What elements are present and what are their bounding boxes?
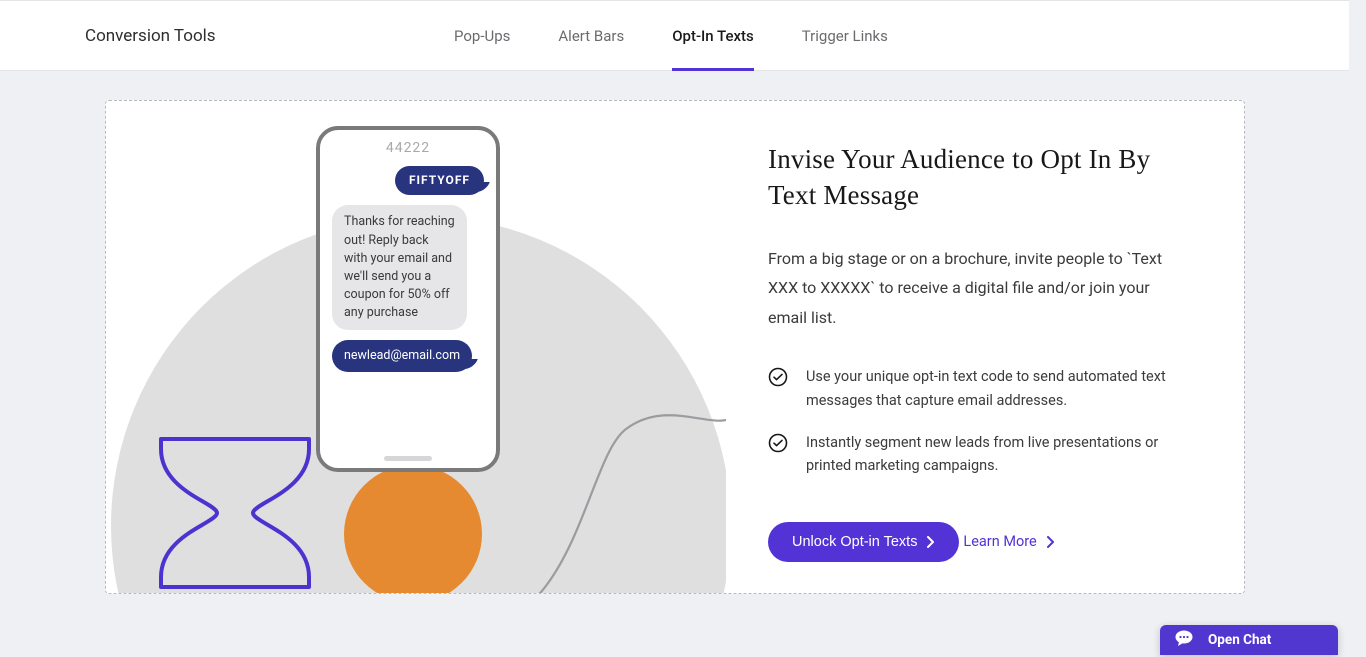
learn-more-link[interactable]: Learn More (963, 533, 1054, 550)
feature-text: Use your unique opt-in text code to send… (806, 365, 1166, 413)
unlock-button-label: Unlock Opt-in Texts (792, 534, 917, 550)
feature-item: Use your unique opt-in text code to send… (768, 365, 1198, 413)
headline: Invise Your Audience to Opt In By Text M… (768, 141, 1198, 214)
top-nav: Conversion Tools Pop-Ups Alert Bars Opt-… (0, 0, 1349, 71)
content-area: Invise Your Audience to Opt In By Text M… (768, 141, 1198, 562)
lead-paragraph: From a big stage or on a brochure, invit… (768, 244, 1168, 333)
tab-popups[interactable]: Pop-Ups (454, 2, 510, 71)
orange-circle-icon (344, 465, 482, 593)
chat-label: Open Chat (1208, 632, 1271, 648)
nav-title: Conversion Tools (85, 26, 216, 46)
phone-mockup: 44222 FIFTYOFF Thanks for reaching out! … (316, 126, 500, 472)
phone-shortcode: 44222 (320, 130, 496, 156)
unlock-button[interactable]: Unlock Opt-in Texts (768, 522, 959, 562)
open-chat-button[interactable]: Open Chat (1160, 625, 1338, 655)
feature-card: 44222 FIFTYOFF Thanks for reaching out! … (105, 100, 1245, 594)
sms-reply-bubble: Thanks for reaching out! Reply back with… (332, 205, 467, 330)
tab-trigger-links[interactable]: Trigger Links (802, 2, 888, 71)
tab-alert-bars[interactable]: Alert Bars (558, 2, 624, 71)
tab-opt-in-texts[interactable]: Opt-In Texts (672, 2, 754, 71)
hourglass-icon (153, 431, 317, 593)
learn-more-label: Learn More (963, 533, 1036, 550)
chat-bubble-icon (1174, 629, 1194, 651)
check-circle-icon (768, 367, 788, 387)
phone-home-indicator-icon (384, 456, 432, 461)
chevron-right-icon (1047, 536, 1055, 548)
illustration: 44222 FIFTYOFF Thanks for reaching out! … (106, 101, 726, 593)
feature-item: Instantly segment new leads from live pr… (768, 431, 1198, 479)
sms-email-bubble: newlead@email.com (332, 340, 472, 372)
feature-text: Instantly segment new leads from live pr… (806, 431, 1166, 479)
nav-tabs: Pop-Ups Alert Bars Opt-In Texts Trigger … (454, 1, 888, 71)
sms-keyword-bubble: FIFTYOFF (395, 166, 484, 195)
check-circle-icon (768, 433, 788, 453)
chevron-right-icon (927, 536, 935, 548)
